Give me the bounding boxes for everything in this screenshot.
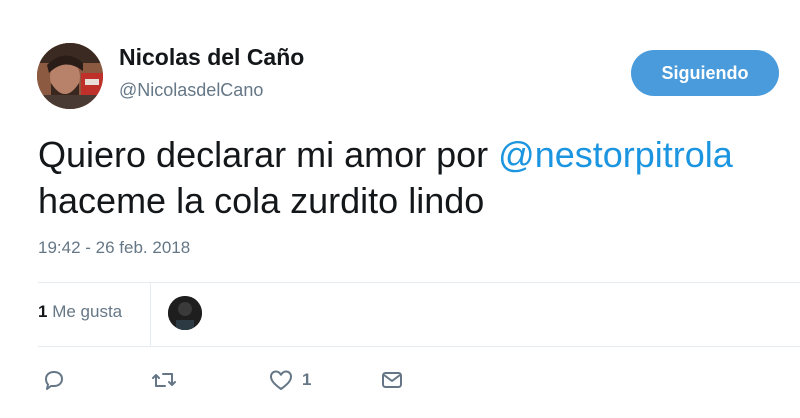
likes-label: Me gusta — [47, 302, 123, 321]
reply-button[interactable] — [42, 366, 66, 394]
message-icon — [380, 368, 404, 392]
message-button[interactable] — [380, 366, 404, 394]
liker-photo — [168, 296, 202, 330]
retweet-button[interactable] — [150, 366, 178, 394]
divider — [38, 346, 800, 347]
tweet-timestamp[interactable]: 19:42 - 26 feb. 2018 — [38, 238, 190, 258]
profile-photo — [37, 43, 103, 109]
tweet-card: Nicolas del Caño @NicolasdelCano Siguien… — [0, 0, 800, 418]
tweet-text: Quiero declarar mi amor por @nestorpitro… — [38, 132, 798, 224]
divider — [38, 282, 800, 283]
reply-icon — [42, 368, 66, 392]
tweet-text-part2: haceme la cola zurdito lindo — [38, 180, 485, 221]
following-button[interactable]: Siguiendo — [631, 50, 779, 96]
retweet-icon — [150, 368, 178, 392]
mention-link[interactable]: @nestorpitrola — [498, 134, 733, 175]
user-handle[interactable]: @NicolasdelCano — [119, 80, 263, 101]
like-icon — [268, 368, 294, 392]
avatar[interactable] — [37, 43, 103, 109]
like-count: 1 — [302, 370, 312, 389]
liker-avatar[interactable] — [168, 296, 202, 330]
tweet-text-part1: Quiero declarar mi amor por — [38, 134, 499, 175]
like-button[interactable]: 1 — [268, 366, 311, 394]
user-display-name[interactable]: Nicolas del Caño — [119, 44, 304, 71]
likes-count[interactable]: 1 Me gusta — [38, 302, 122, 322]
stats-separator — [150, 282, 151, 346]
